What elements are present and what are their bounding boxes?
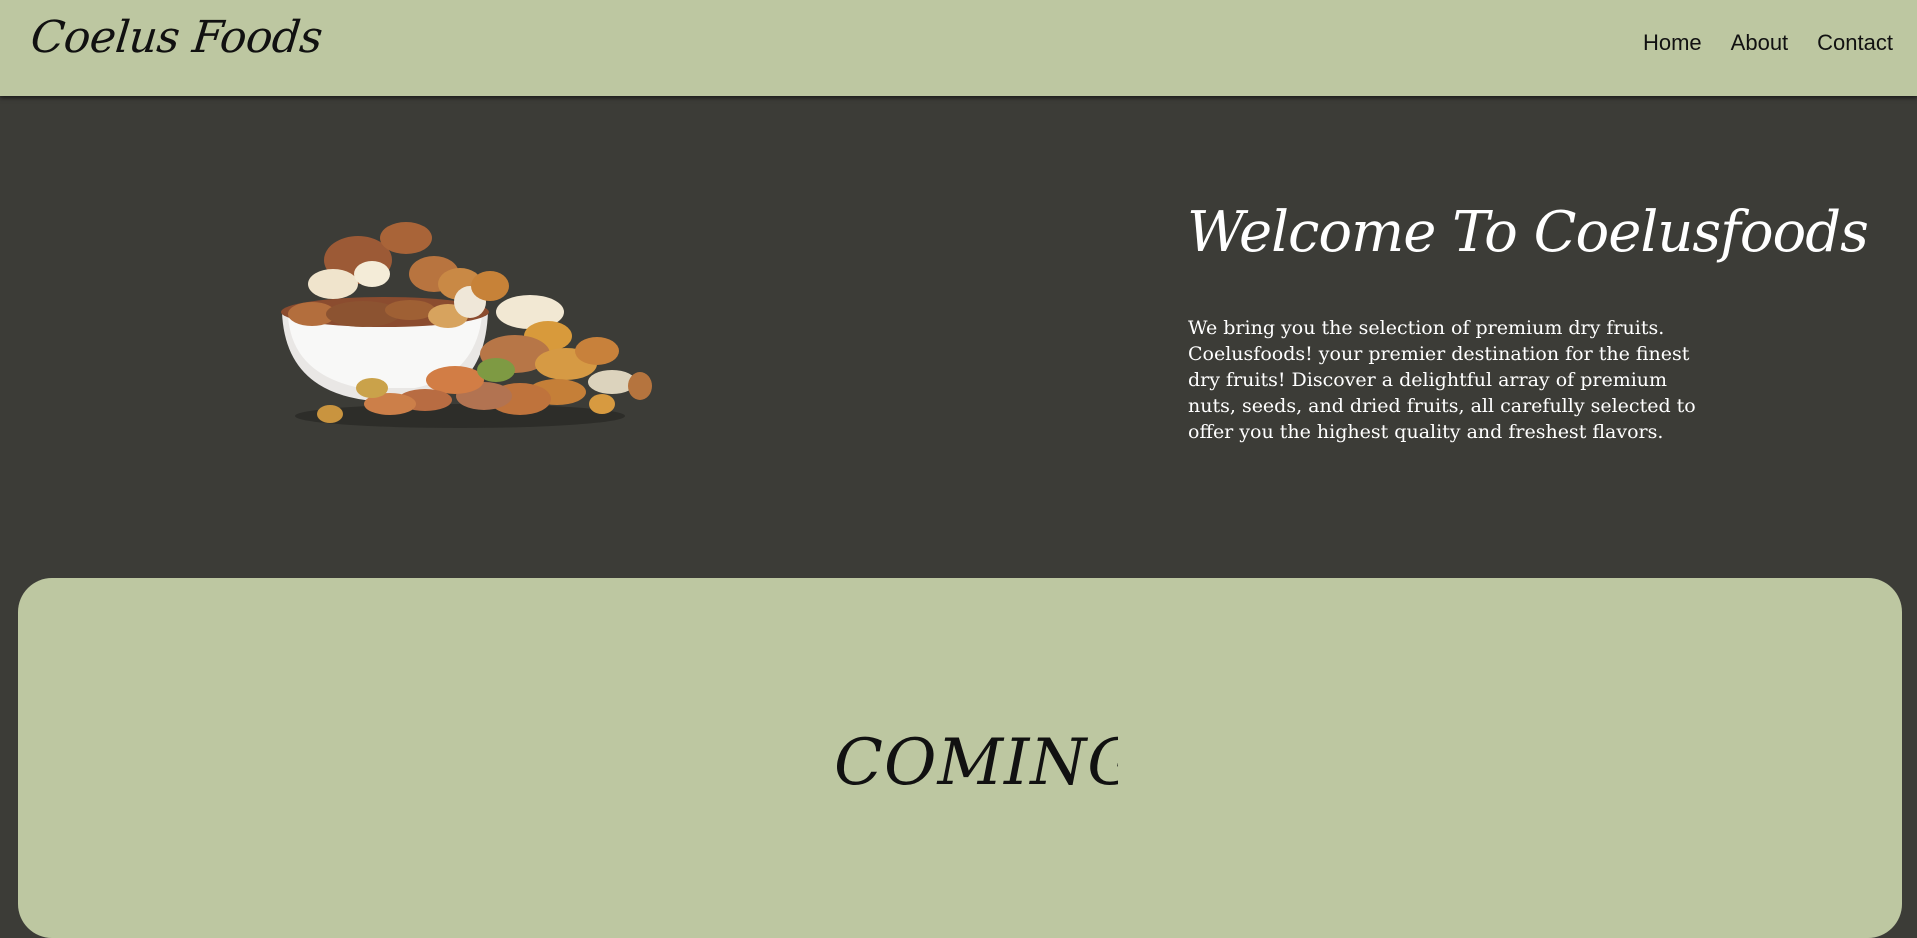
- nav-contact-link[interactable]: Contact: [1817, 30, 1893, 56]
- hero-description: We bring you the selection of premium dr…: [1188, 317, 1696, 443]
- hero-section: Welcome To Coelusfoods We bring you the …: [0, 96, 1917, 578]
- coming-soon-text: COMING S: [834, 726, 1118, 800]
- brand-logo[interactable]: Coelus Foods: [28, 12, 324, 63]
- navbar: Coelus Foods Home About Contact: [0, 0, 1917, 96]
- coming-soon-panel: COMING S: [18, 578, 1902, 938]
- dry-fruits-bowl-image: [281, 222, 652, 428]
- nav-about-link[interactable]: About: [1731, 30, 1789, 56]
- nav-links: Home About Contact: [1643, 30, 1893, 56]
- hero-title: Welcome To Coelusfoods: [1187, 200, 1869, 265]
- coming-soon-window: COMING S: [834, 718, 1118, 808]
- nav-home-link[interactable]: Home: [1643, 30, 1702, 56]
